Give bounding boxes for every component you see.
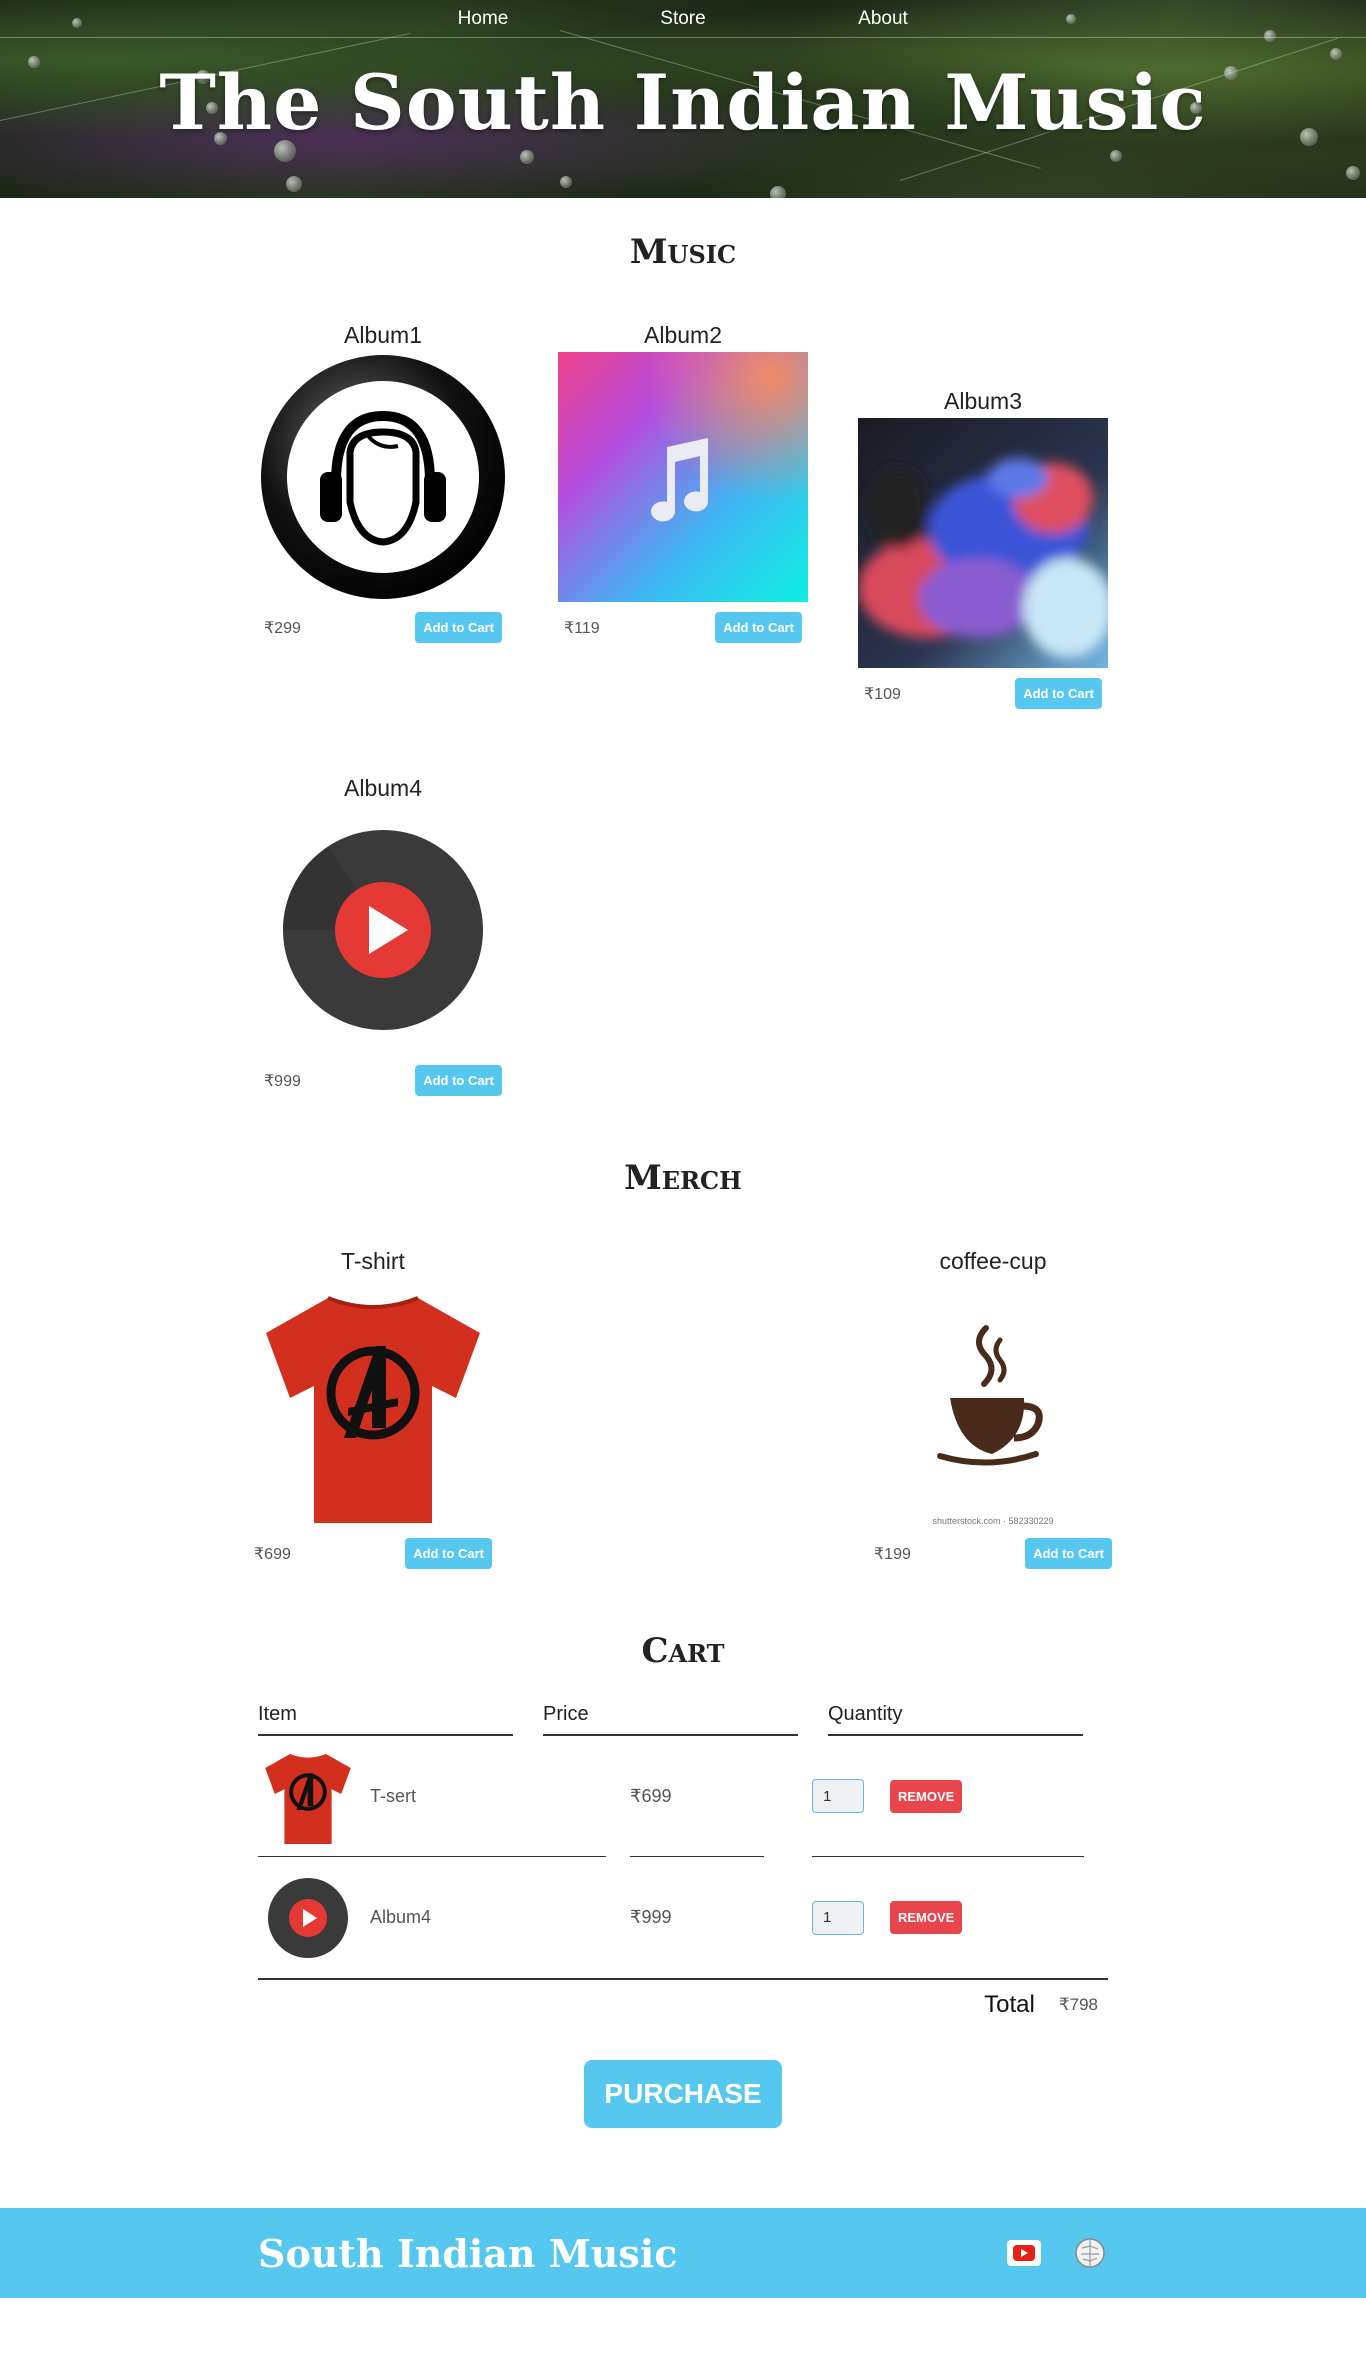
add-to-cart-button[interactable]: Add to Cart: [415, 612, 502, 643]
dew-drop: [1110, 150, 1122, 162]
site-title: The South Indian Music: [159, 58, 1207, 147]
header-banner: Home Store About The South Indian Music: [0, 0, 1366, 198]
cart-item-cell: Album4: [258, 1857, 606, 1978]
merch-card: coffee-cup shutterstock.com · 582330229 …: [868, 1248, 1118, 1569]
album-meta: ₹119 Add to Cart: [558, 612, 808, 643]
watermark-text: shutterstock.com · 582330229: [932, 1516, 1054, 1526]
top-navigation: Home Store About: [0, 0, 1366, 38]
album-meta: ₹299 Add to Cart: [258, 612, 508, 643]
nav-home-link[interactable]: Home: [383, 0, 583, 37]
album-meta: ₹999 Add to Cart: [258, 1065, 508, 1096]
music-note-icon: [558, 352, 808, 602]
add-to-cart-button[interactable]: Add to Cart: [415, 1065, 502, 1096]
merch-meta: ₹199 Add to Cart: [868, 1538, 1118, 1569]
album-card: Album4 ₹999 Add to Cart: [258, 775, 508, 1096]
merch-title: T-shirt: [341, 1248, 405, 1274]
cart-row: Album4 ₹999 REMOVE: [258, 1857, 1108, 1978]
cart-price-cell: ₹999: [630, 1857, 764, 1978]
coffee-cup-icon: shutterstock.com · 582330229: [868, 1278, 1118, 1528]
cart-quantity-cell: REMOVE: [812, 1857, 1084, 1978]
cart-header-item: Item: [258, 1703, 513, 1736]
merch-section: Merch T-shirt ₹699 Add to Cart coffee-cu…: [0, 1096, 1366, 1569]
merch-price: ₹699: [254, 1545, 291, 1563]
quantity-input[interactable]: [812, 1779, 864, 1813]
dew-drop: [770, 186, 786, 198]
color-smoke-image: [858, 418, 1113, 668]
cart-header-price: Price: [543, 1703, 798, 1736]
cart-item-price: ₹699: [630, 1785, 672, 1806]
add-to-cart-button[interactable]: Add to Cart: [1025, 1538, 1112, 1569]
album-card: Album3 ₹109 Add to Cart: [858, 388, 1113, 709]
merch-section-title: Merch: [624, 1158, 742, 1198]
cart-item-price: ₹999: [630, 1907, 672, 1927]
dew-drop: [1346, 166, 1360, 180]
wikipedia-icon[interactable]: [1072, 2237, 1108, 2269]
youtube-icon[interactable]: [1006, 2237, 1042, 2269]
album-title: Album2: [644, 322, 722, 348]
footer-social-links: [1006, 2237, 1108, 2269]
merch-grid: T-shirt ₹699 Add to Cart coffee-cup shut…: [248, 1248, 1118, 1569]
footer: South Indian Music: [0, 2208, 1366, 2298]
music-section: Music Album1 ₹299 Add to Cart Album2 ₹11…: [0, 198, 1366, 1096]
cart-item-name: Album4: [370, 1907, 432, 1927]
cart-item-cell: T-sert: [258, 1736, 606, 1857]
cart-table: Item Price Quantity T-sert ₹699 1 REMOVE…: [258, 1703, 1108, 2128]
nav-about-link[interactable]: About: [783, 0, 983, 37]
merch-title: coffee-cup: [939, 1248, 1047, 1274]
cart-header-quantity: Quantity: [828, 1703, 1083, 1736]
dew-drop: [520, 150, 534, 164]
cart-thumb-album4: [258, 1868, 358, 1968]
cart-row: T-sert ₹699 REMOVE: [258, 1736, 1108, 1857]
album-card: Album2 ₹119 Add to Cart: [558, 322, 808, 709]
music-section-title: Music: [629, 232, 737, 272]
cart-total-value: ₹798: [1058, 1995, 1098, 2014]
album-price: ₹299: [264, 619, 301, 637]
album-title: Album1: [344, 322, 422, 348]
album-price: ₹119: [564, 619, 600, 637]
cart-price-cell: ₹699: [630, 1736, 764, 1857]
cart-section-title: Cart: [641, 1631, 725, 1671]
cart-total-label: Total: [984, 1991, 1035, 2018]
album-price: ₹109: [864, 685, 901, 703]
album-card: Album1 ₹299 Add to Cart: [258, 322, 508, 709]
play-disc-icon: [258, 805, 508, 1055]
cart-total-row: Total ₹798: [258, 1978, 1108, 2030]
album-title: Album4: [344, 775, 422, 801]
footer-title: South Indian Music: [258, 2230, 678, 2276]
dew-drop: [560, 176, 572, 188]
add-to-cart-button[interactable]: Add to Cart: [405, 1538, 492, 1569]
add-to-cart-button[interactable]: Add to Cart: [1015, 678, 1102, 709]
cart-quantity-cell: REMOVE: [812, 1736, 1084, 1857]
album-title: Album3: [944, 388, 1022, 414]
album-price: ₹999: [264, 1072, 301, 1090]
cart-item-name: T-sert: [370, 1785, 417, 1806]
album-meta: ₹109 Add to Cart: [858, 678, 1108, 709]
merch-card: T-shirt ₹699 Add to Cart: [248, 1248, 498, 1569]
music-grid: Album1 ₹299 Add to Cart Album2 ₹119 Add …: [258, 322, 1113, 1096]
dew-drop: [286, 176, 302, 192]
nav-store-link[interactable]: Store: [583, 0, 783, 37]
add-to-cart-button[interactable]: Add to Cart: [715, 612, 802, 643]
cart-header-row: Item Price Quantity: [258, 1703, 1083, 1736]
remove-button[interactable]: REMOVE: [890, 1901, 963, 1934]
quantity-input[interactable]: [812, 1900, 864, 1935]
purchase-button[interactable]: PURCHASE: [584, 2060, 782, 2128]
avengers-tshirt-image: [248, 1278, 498, 1528]
headphones-icon: [258, 352, 508, 602]
cart-section: Cart Item Price Quantity T-sert ₹699 1 R…: [0, 1569, 1366, 2128]
remove-button[interactable]: REMOVE: [890, 1779, 963, 1813]
merch-meta: ₹699 Add to Cart: [248, 1538, 498, 1569]
merch-price: ₹199: [874, 1545, 911, 1563]
cart-thumb-tshirt: [258, 1746, 358, 1846]
